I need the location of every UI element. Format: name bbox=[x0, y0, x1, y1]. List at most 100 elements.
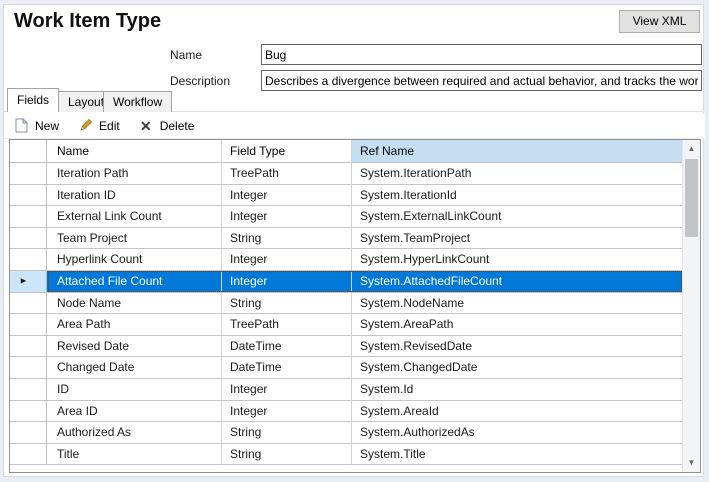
cell-name: Area ID bbox=[47, 401, 222, 423]
table-row[interactable]: ► Area ID Integer System.AreaId bbox=[10, 401, 682, 423]
cell-name: Authorized As bbox=[47, 422, 222, 444]
table-rows: ► Iteration Path TreePath System.Iterati… bbox=[10, 163, 682, 465]
table-row[interactable]: ► Node Name String System.NodeName bbox=[10, 293, 682, 315]
tab-workflow[interactable]: Workflow bbox=[103, 91, 172, 112]
row-gutter-cell[interactable]: ► bbox=[10, 185, 47, 207]
cell-ref-name: System.ExternalLinkCount bbox=[352, 206, 682, 228]
row-gutter-cell[interactable]: ► bbox=[10, 314, 47, 336]
cell-name: Attached File Count bbox=[47, 271, 222, 293]
scroll-up-icon[interactable]: ▲ bbox=[683, 141, 700, 157]
delete-x-icon: ✕ bbox=[138, 118, 154, 134]
scrollbar-thumb[interactable] bbox=[685, 159, 698, 237]
cell-field-type: Integer bbox=[222, 271, 352, 293]
table-row[interactable]: ► Hyperlink Count Integer System.HyperLi… bbox=[10, 249, 682, 271]
cell-field-type: Integer bbox=[222, 379, 352, 401]
cell-field-type: Integer bbox=[222, 206, 352, 228]
scroll-down-icon[interactable]: ▼ bbox=[683, 455, 700, 471]
name-label: Name bbox=[170, 45, 202, 65]
cell-ref-name: System.TeamProject bbox=[352, 228, 682, 250]
table-row[interactable]: ► Changed Date DateTime System.ChangedDa… bbox=[10, 357, 682, 379]
cell-name: Revised Date bbox=[47, 336, 222, 358]
cell-ref-name: System.Id bbox=[352, 379, 682, 401]
column-header-name[interactable]: Name bbox=[47, 140, 222, 163]
edit-pencil-icon bbox=[77, 118, 93, 134]
cell-name: Hyperlink Count bbox=[47, 249, 222, 271]
table-row[interactable]: ► Revised Date DateTime System.RevisedDa… bbox=[10, 336, 682, 358]
row-gutter-cell[interactable]: ► bbox=[10, 401, 47, 423]
header-gutter-cell bbox=[10, 140, 47, 163]
row-gutter-cell[interactable]: ► bbox=[10, 163, 47, 185]
delete-button[interactable]: ✕ Delete bbox=[138, 118, 195, 134]
row-gutter-cell[interactable]: ► bbox=[10, 422, 47, 444]
new-document-icon bbox=[13, 118, 29, 134]
cell-ref-name: System.RevisedDate bbox=[352, 336, 682, 358]
cell-name: Title bbox=[47, 444, 222, 466]
cell-field-type: DateTime bbox=[222, 336, 352, 358]
edit-button[interactable]: Edit bbox=[77, 118, 120, 134]
fields-table-body: Name Field Type Ref Name ► Iteration Pat… bbox=[10, 140, 682, 472]
cell-field-type: String bbox=[222, 444, 352, 466]
cell-field-type: Integer bbox=[222, 249, 352, 271]
cell-field-type: String bbox=[222, 293, 352, 315]
edit-label: Edit bbox=[99, 119, 120, 133]
cell-name: Area Path bbox=[47, 314, 222, 336]
cell-name: Node Name bbox=[47, 293, 222, 315]
name-input[interactable] bbox=[261, 44, 702, 65]
cell-ref-name: System.HyperLinkCount bbox=[352, 249, 682, 271]
cell-name: Iteration ID bbox=[47, 185, 222, 207]
fields-table: Name Field Type Ref Name ► Iteration Pat… bbox=[9, 139, 701, 473]
row-gutter-cell[interactable]: ► bbox=[10, 379, 47, 401]
table-row[interactable]: ► Title String System.Title bbox=[10, 444, 682, 466]
main-panel: Work Item Type View XML Name Description… bbox=[3, 4, 704, 477]
column-header-ref-name[interactable]: Ref Name bbox=[352, 140, 682, 163]
cell-ref-name: System.Title bbox=[352, 444, 682, 466]
cell-name: Changed Date bbox=[47, 357, 222, 379]
cell-ref-name: System.ChangedDate bbox=[352, 357, 682, 379]
cell-ref-name: System.AreaPath bbox=[352, 314, 682, 336]
tab-fields[interactable]: Fields bbox=[7, 88, 59, 112]
current-row-marker-icon: ► bbox=[19, 271, 28, 292]
cell-ref-name: System.IterationPath bbox=[352, 163, 682, 185]
cell-field-type: TreePath bbox=[222, 163, 352, 185]
row-gutter-cell[interactable]: ► bbox=[10, 444, 47, 466]
cell-name: Iteration Path bbox=[47, 163, 222, 185]
cell-ref-name: System.AttachedFileCount bbox=[352, 271, 682, 293]
table-row[interactable]: ► Area Path TreePath System.AreaPath bbox=[10, 314, 682, 336]
row-gutter-cell[interactable]: ► bbox=[10, 228, 47, 250]
row-gutter-cell[interactable]: ► bbox=[10, 357, 47, 379]
vertical-scrollbar[interactable]: ▲ ▼ bbox=[682, 140, 700, 472]
table-row[interactable]: ► Authorized As String System.Authorized… bbox=[10, 422, 682, 444]
new-label: New bbox=[35, 119, 59, 133]
cell-ref-name: System.AuthorizedAs bbox=[352, 422, 682, 444]
view-xml-button[interactable]: View XML bbox=[619, 10, 700, 33]
delete-label: Delete bbox=[160, 119, 195, 133]
fields-toolbar: New Edit ✕ Delete bbox=[4, 113, 705, 139]
row-gutter-cell[interactable]: ► bbox=[10, 293, 47, 315]
table-row[interactable]: ► Team Project String System.TeamProject bbox=[10, 228, 682, 250]
table-row[interactable]: ► Attached File Count Integer System.Att… bbox=[10, 271, 682, 293]
cell-field-type: Integer bbox=[222, 401, 352, 423]
cell-field-type: String bbox=[222, 228, 352, 250]
cell-name: Team Project bbox=[47, 228, 222, 250]
cell-field-type: String bbox=[222, 422, 352, 444]
cell-field-type: DateTime bbox=[222, 357, 352, 379]
cell-field-type: TreePath bbox=[222, 314, 352, 336]
column-header-field-type[interactable]: Field Type bbox=[222, 140, 352, 163]
cell-name: ID bbox=[47, 379, 222, 401]
tab-strip: Fields Layout Workflow bbox=[4, 88, 705, 112]
row-gutter-cell[interactable]: ► bbox=[10, 249, 47, 271]
new-button[interactable]: New bbox=[13, 118, 59, 134]
cell-ref-name: System.AreaId bbox=[352, 401, 682, 423]
row-gutter-cell[interactable]: ► bbox=[10, 206, 47, 228]
row-gutter-cell[interactable]: ► bbox=[10, 271, 47, 293]
table-row[interactable]: ► Iteration ID Integer System.IterationI… bbox=[10, 185, 682, 207]
row-gutter-cell[interactable]: ► bbox=[10, 336, 47, 358]
cell-ref-name: System.NodeName bbox=[352, 293, 682, 315]
cell-name: External Link Count bbox=[47, 206, 222, 228]
cell-ref-name: System.IterationId bbox=[352, 185, 682, 207]
table-row[interactable]: ► Iteration Path TreePath System.Iterati… bbox=[10, 163, 682, 185]
work-item-type-window: Work Item Type View XML Name Description… bbox=[0, 0, 709, 482]
table-row[interactable]: ► ID Integer System.Id bbox=[10, 379, 682, 401]
table-header-row: Name Field Type Ref Name bbox=[10, 140, 682, 163]
table-row[interactable]: ► External Link Count Integer System.Ext… bbox=[10, 206, 682, 228]
